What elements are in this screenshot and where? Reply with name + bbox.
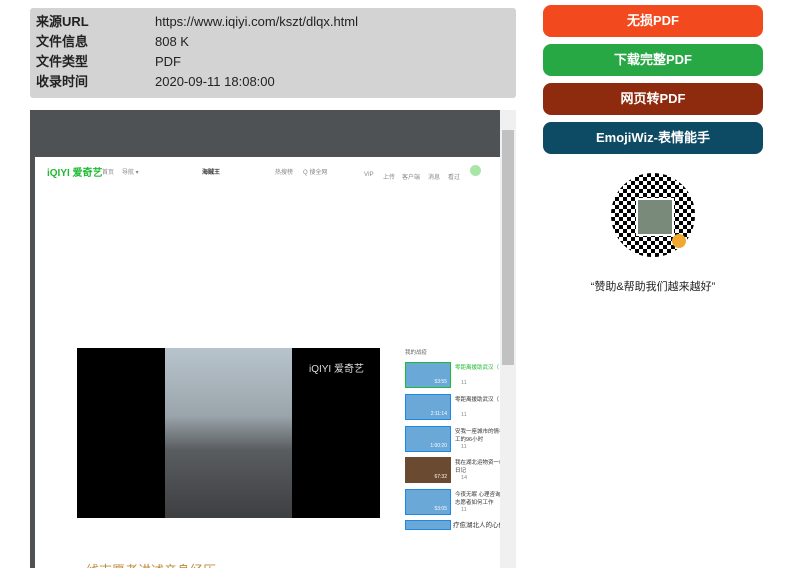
item-count: 11	[461, 507, 467, 513]
scrollbar-thumb[interactable]	[502, 130, 514, 365]
preview-page: iQIYI 爱奇艺 首页 导航 ▾ 海贼王 热搜榜 Q 搜全网 VIP 上传 客…	[35, 157, 505, 568]
info-row-url: 来源URL https://www.iqiyi.com/kszt/dlqx.htm…	[36, 14, 358, 29]
item-title: 今夜无眠 心理咨询志愿者如何工作	[455, 492, 501, 506]
video-watermark: iQIYI 爱奇艺	[308, 364, 364, 375]
thumbnail: 53:55	[405, 362, 451, 388]
item-count: 11	[461, 380, 467, 386]
duration: 67:32	[434, 474, 447, 480]
emojiwiz-button[interactable]: EmojiWiz-表情能手	[543, 122, 763, 154]
video-frame	[165, 348, 292, 518]
list-item: 2:11:14 零距离援助武汉（ 11	[405, 394, 505, 420]
article-headline: 一线志愿者讲述亲身经历	[73, 560, 216, 568]
duration: 2:11:14	[430, 411, 447, 417]
thumbnail: 2:11:14	[405, 394, 451, 420]
nav-hot: 热搜榜	[275, 170, 294, 176]
duration: 53:05	[434, 506, 447, 512]
thumbnail	[405, 520, 451, 530]
nav-home: 首页	[102, 170, 115, 176]
video-player: iQIYI 爱奇艺	[77, 348, 380, 518]
avatar-icon	[470, 165, 481, 176]
duration: 53:55	[434, 379, 447, 385]
lossless-pdf-button[interactable]: 无损PDF	[543, 5, 763, 37]
duration: 1:00:20	[430, 443, 447, 449]
list-item: 67:32 我在湖北运物资一线日记 14	[405, 457, 505, 483]
qr-center-image	[636, 198, 674, 236]
site-nav: iQIYI 爱奇艺 首页 导航 ▾ 海贼王 热搜榜 Q 搜全网 VIP 上传 客…	[35, 157, 500, 187]
item-count: 11	[461, 412, 467, 418]
nav-upload: 上传	[383, 175, 396, 181]
thumbs-up-icon	[672, 234, 686, 248]
item-count: 14	[461, 475, 468, 481]
item-count: 11	[461, 444, 467, 450]
iqiyi-logo: iQIYI 爱奇艺	[47, 168, 103, 179]
nav-search: Q 搜全网	[303, 170, 328, 176]
list-item: 53:05 今夜无眠 心理咨询志愿者如何工作 11	[405, 489, 505, 515]
item-title: 零距离援助武汉（	[455, 365, 500, 371]
download-full-pdf-button[interactable]: 下载完整PDF	[543, 44, 763, 76]
item-title: 疗愈湖北人的心伤	[453, 522, 505, 529]
nav-history: 看过	[448, 175, 461, 181]
info-row-date: 收录时间 2020-09-11 18:08:00	[36, 74, 275, 89]
thumbnail: 1:00:20	[405, 426, 451, 452]
nav-guide: 导航 ▾	[122, 170, 139, 176]
item-title: 安我一座城市的情社工的96小时	[455, 429, 505, 443]
playlist-title: 我的战疫	[405, 350, 428, 356]
item-title: 零距离援助武汉（	[455, 397, 500, 403]
nav-msg: 消息	[428, 175, 441, 181]
list-item: 1:00:20 安我一座城市的情社工的96小时 11	[405, 426, 505, 452]
list-item: 疗愈湖北人的心伤	[405, 520, 505, 532]
info-row-size: 文件信息 808 K	[36, 34, 189, 49]
list-item: 53:55 零距离援助武汉（ 11	[405, 362, 505, 388]
file-info-panel: 来源URL https://www.iqiyi.com/kszt/dlqx.htm…	[30, 8, 516, 98]
nav-vip: VIP	[364, 172, 374, 178]
thumbnail: 67:32	[405, 457, 451, 483]
pdf-preview: iQIYI 爱奇艺 首页 导航 ▾ 海贼王 热搜榜 Q 搜全网 VIP 上传 客…	[30, 110, 516, 568]
nav-title: 海贼王	[202, 170, 221, 176]
nav-client: 客户端	[402, 175, 421, 181]
webpage-to-pdf-button[interactable]: 网页转PDF	[543, 83, 763, 115]
item-title: 我在湖北运物资一线日记	[455, 460, 505, 474]
sponsor-caption: “赞助&帮助我们越来越好”	[590, 281, 716, 293]
thumbnail: 53:05	[405, 489, 451, 515]
info-row-type: 文件类型 PDF	[36, 54, 181, 69]
